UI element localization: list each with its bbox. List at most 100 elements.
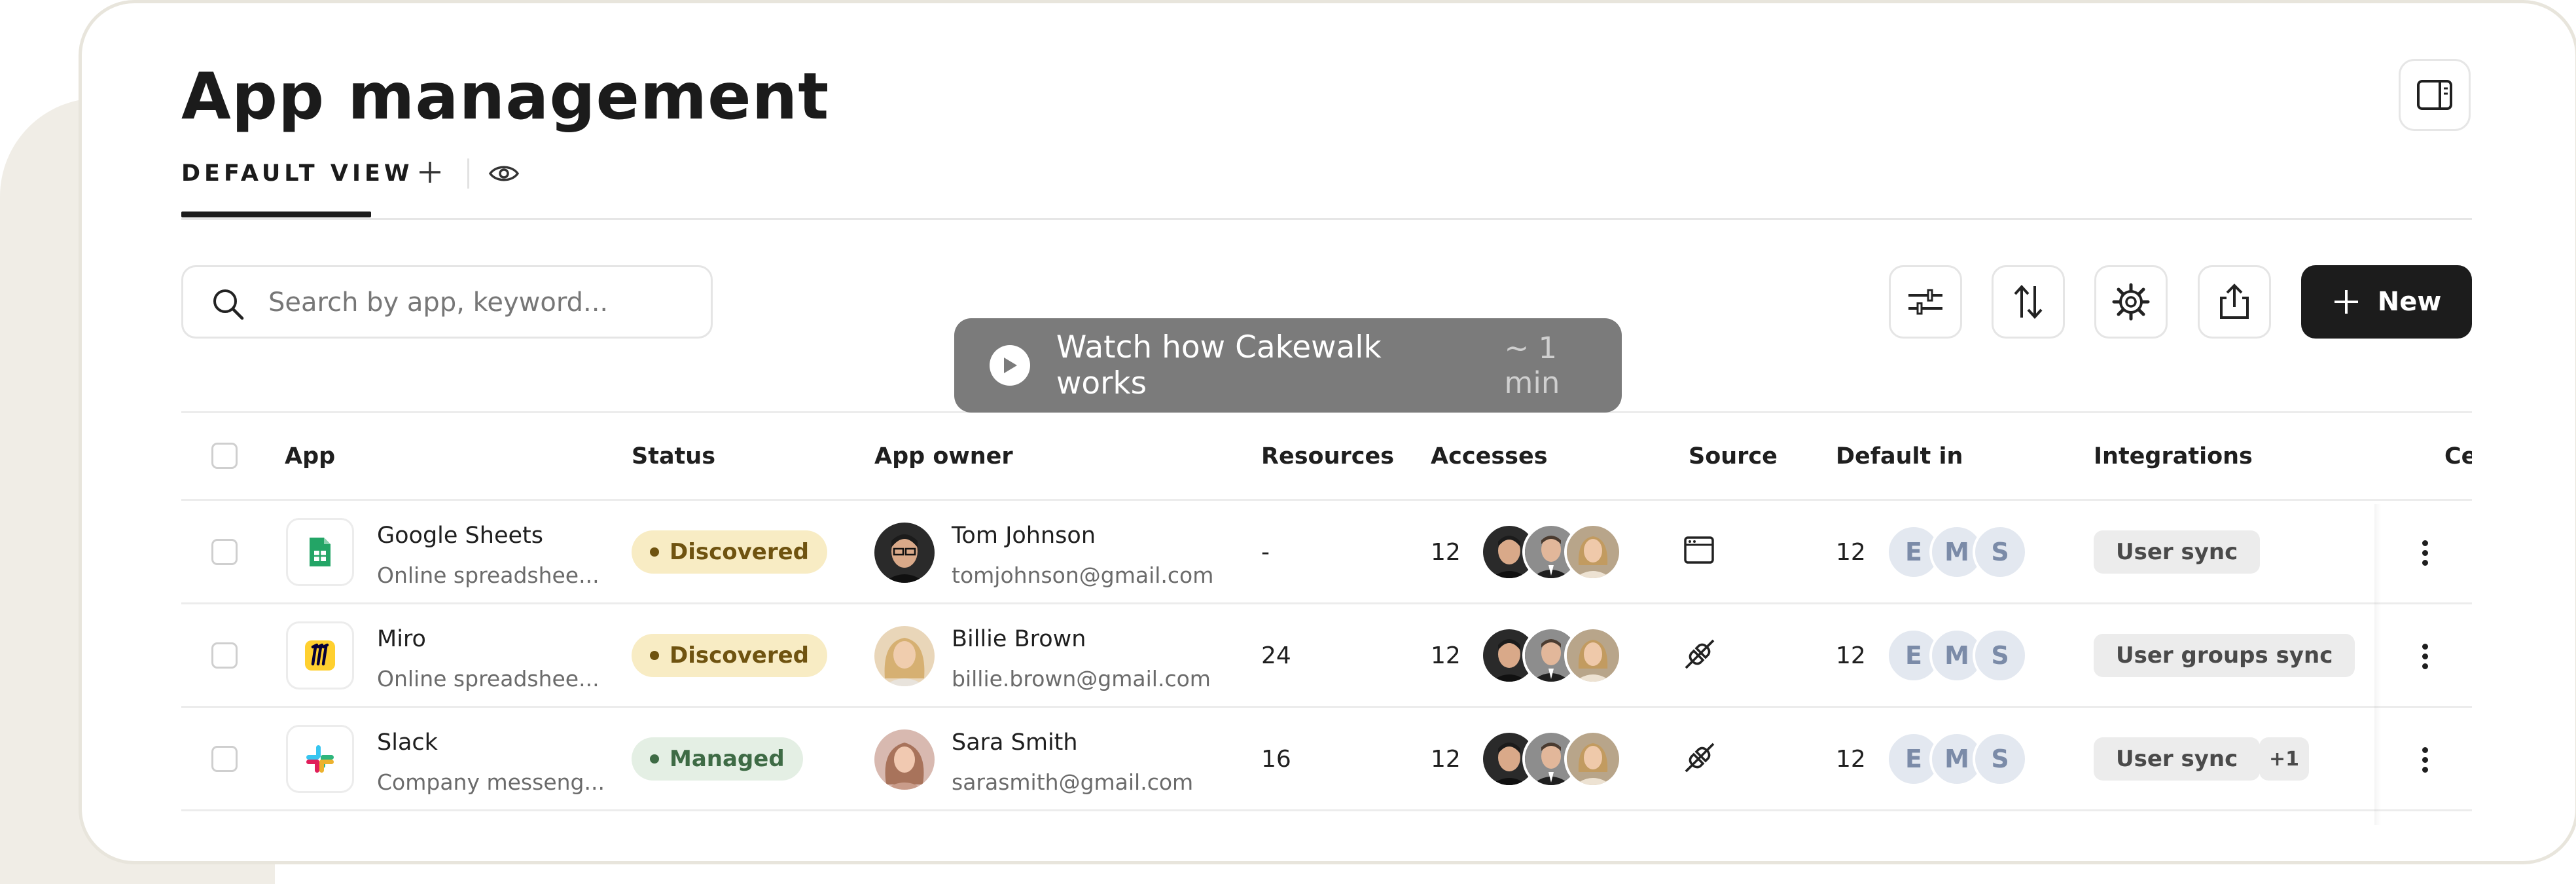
export-button[interactable] — [2198, 265, 2271, 339]
resources-count: 24 — [1261, 642, 1291, 669]
owner-name[interactable]: Tom Johnson — [952, 521, 1096, 551]
resources-count: 16 — [1261, 746, 1291, 773]
tab-separator — [467, 158, 469, 189]
sticky-column-shadow — [2374, 504, 2381, 825]
row-checkbox[interactable] — [211, 539, 238, 565]
column-header-resources[interactable]: Resources — [1261, 440, 1394, 473]
column-header-default-in[interactable]: Default in — [1836, 440, 1963, 473]
accesses-count: 12 — [1431, 539, 1461, 566]
owner-avatar — [874, 626, 935, 686]
new-button[interactable]: New — [2301, 265, 2472, 339]
sliders-icon — [1908, 289, 1942, 315]
integration-chip[interactable]: User sync — [2094, 737, 2261, 781]
select-all-checkbox[interactable] — [211, 443, 238, 469]
column-header-integrations[interactable]: Integrations — [2094, 440, 2253, 473]
app-logo — [286, 621, 354, 690]
status-badge: Discovered — [632, 634, 828, 677]
column-header-accesses[interactable]: Accesses — [1431, 440, 1548, 473]
column-header-truncated[interactable]: Ce — [2444, 440, 2472, 473]
accesses-avatar-stack[interactable] — [1480, 627, 1624, 684]
app-description: Online spreadshee... — [377, 562, 599, 588]
tabs-divider — [181, 218, 2472, 220]
default-in-initials[interactable]: E M S — [1886, 628, 2037, 683]
app-logo — [286, 518, 354, 586]
gear-icon — [2112, 283, 2150, 321]
status-badge: Managed — [632, 737, 803, 781]
sort-button[interactable] — [1992, 265, 2065, 339]
owner-email: billie.brown@gmail.com — [952, 666, 1211, 691]
video-duration: ~ 1 min — [1504, 331, 1560, 400]
column-header-status[interactable]: Status — [632, 440, 715, 473]
integration-chip[interactable]: User sync — [2094, 530, 2261, 574]
owner-name[interactable]: Billie Brown — [952, 624, 1086, 654]
access-avatar — [1564, 730, 1622, 788]
search-icon — [213, 289, 244, 320]
status-dot — [650, 651, 659, 660]
row-more-button[interactable] — [2415, 533, 2435, 572]
share-upload-icon — [2220, 284, 2249, 319]
search-input[interactable] — [267, 279, 689, 326]
settings-button[interactable] — [2094, 265, 2168, 339]
play-icon — [990, 345, 1030, 386]
group-initial: S — [1973, 525, 2028, 580]
status-dot — [650, 547, 659, 557]
default-in-count: 12 — [1836, 746, 1866, 773]
default-in-count: 12 — [1836, 642, 1866, 669]
access-avatar — [1564, 523, 1622, 581]
plus-icon — [2334, 290, 2358, 314]
source-browser-icon — [1683, 536, 1715, 567]
column-header-app-owner[interactable]: App owner — [874, 440, 1013, 473]
source-plug-icon — [1682, 636, 1717, 674]
google-sheets-icon — [310, 538, 331, 566]
default-in-initials[interactable]: E M S — [1886, 525, 2037, 580]
side-panel-icon — [2417, 80, 2452, 110]
plus-icon — [420, 162, 440, 183]
sort-arrows-icon — [2014, 285, 2043, 319]
page-title: App management — [181, 60, 830, 134]
integration-chip[interactable]: User groups sync — [2094, 634, 2355, 677]
header-divider — [181, 499, 2472, 501]
status-label: Discovered — [670, 539, 810, 565]
filter-button[interactable] — [1889, 265, 1962, 339]
miro-icon — [305, 640, 335, 671]
group-initial: S — [1973, 731, 2028, 786]
search-box — [181, 265, 713, 339]
row-checkbox[interactable] — [211, 642, 238, 669]
accesses-avatar-stack[interactable] — [1480, 730, 1624, 788]
app-description: Company messeng... — [377, 769, 605, 795]
row-more-button[interactable] — [2415, 636, 2435, 676]
app-description: Online spreadshee... — [377, 666, 599, 691]
column-header-app[interactable]: App — [285, 440, 335, 473]
view-visibility-button[interactable] — [486, 158, 522, 189]
tab-default-view[interactable]: DEFAULT VIEW — [181, 158, 413, 189]
app-name[interactable]: Google Sheets — [377, 521, 543, 551]
row-divider — [181, 602, 2472, 604]
app-name[interactable]: Slack — [377, 727, 438, 758]
default-in-count: 12 — [1836, 539, 1866, 566]
default-in-initials[interactable]: E M S — [1886, 731, 2037, 786]
status-label: Managed — [670, 746, 785, 772]
row-checkbox[interactable] — [211, 746, 238, 772]
access-avatar — [1564, 627, 1622, 684]
side-panel-toggle-button[interactable] — [2399, 59, 2471, 131]
status-badge: Discovered — [632, 530, 828, 574]
row-more-button[interactable] — [2415, 740, 2435, 779]
active-tab-indicator — [181, 212, 371, 217]
owner-email: sarasmith@gmail.com — [952, 769, 1194, 795]
row-divider — [181, 706, 2472, 708]
column-header-source[interactable]: Source — [1689, 440, 1778, 473]
accesses-avatar-stack[interactable] — [1480, 523, 1624, 581]
owner-email: tomjohnson@gmail.com — [952, 562, 1214, 588]
accesses-count: 12 — [1431, 746, 1461, 773]
more-integrations-badge[interactable]: +1 — [2259, 737, 2309, 781]
owner-avatar — [874, 729, 935, 790]
source-plug-icon — [1682, 740, 1717, 778]
eye-icon — [488, 166, 520, 181]
watch-video-banner[interactable]: Watch how Cakewalk works ~ 1 min — [954, 318, 1622, 413]
new-button-label: New — [2377, 287, 2442, 317]
app-name[interactable]: Miro — [377, 624, 426, 654]
add-view-button[interactable] — [414, 156, 446, 189]
video-banner-label: Watch how Cakewalk works — [1056, 329, 1382, 401]
owner-name[interactable]: Sara Smith — [952, 727, 1078, 758]
row-divider — [181, 809, 2472, 811]
